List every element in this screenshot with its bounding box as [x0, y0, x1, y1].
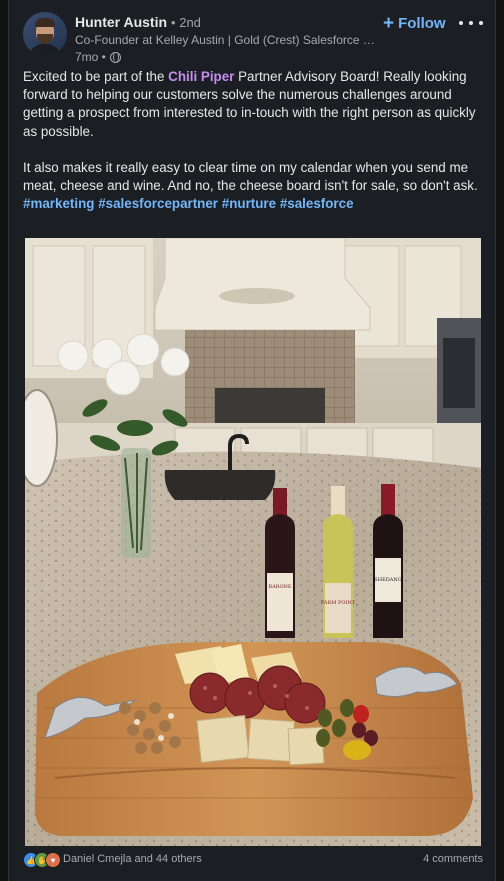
post-paragraph-1: Excited to be part of the Chili Piper Pa…: [23, 68, 483, 141]
post-paragraph-2: It also makes it really easy to clear ti…: [23, 159, 478, 194]
svg-text:BARONE: BARONE: [268, 584, 292, 590]
globe-icon: [109, 51, 121, 63]
post-image[interactable]: BARONE FARM POINT SHEDANG: [25, 238, 481, 846]
connection-degree: • 2nd: [171, 15, 201, 30]
author-headline: Co-Founder at Kelley Austin | Gold (Cres…: [75, 33, 375, 47]
author-name-line: Hunter Austin • 2nd: [75, 14, 201, 30]
author-name[interactable]: Hunter Austin: [75, 14, 167, 30]
love-icon: ♥: [45, 852, 61, 868]
post-time: 7mo •: [75, 50, 106, 64]
comments-count[interactable]: 4 comments: [423, 853, 483, 865]
mention-link[interactable]: Chili Piper: [168, 69, 234, 84]
author-avatar[interactable]: [23, 12, 67, 56]
svg-text:FARM POINT: FARM POINT: [321, 600, 356, 606]
post-card: Hunter Austin • 2nd Co-Founder at Kelley …: [8, 0, 496, 881]
more-options-icon[interactable]: [459, 16, 483, 30]
post-header: Hunter Austin • 2nd Co-Founder at Kelley …: [23, 12, 483, 64]
hashtag-link[interactable]: #salesforcepartner: [98, 196, 218, 211]
follow-button[interactable]: + Follow: [383, 12, 446, 34]
post-body: Excited to be part of the Chili Piper Pa…: [23, 68, 483, 213]
plus-icon: +: [383, 12, 395, 34]
reactions-count[interactable]: Daniel Cmejla and 44 others: [63, 853, 202, 865]
reaction-icons[interactable]: 👍 ✋ ♥: [23, 852, 61, 868]
hashtag-link[interactable]: #salesforce: [280, 196, 354, 211]
post-meta: 7mo •: [75, 50, 121, 64]
follow-label: Follow: [398, 14, 446, 32]
post-text: Excited to be part of the: [23, 69, 169, 84]
hashtag-link[interactable]: #marketing: [23, 196, 94, 211]
social-counts: 👍 ✋ ♥ Daniel Cmejla and 44 others 4 comm…: [23, 851, 483, 869]
hashtag-list: #marketing #salesforcepartner #nurture #…: [23, 195, 483, 213]
hashtag-link[interactable]: #nurture: [222, 196, 276, 211]
svg-text:SHEDANG: SHEDANG: [374, 577, 401, 583]
